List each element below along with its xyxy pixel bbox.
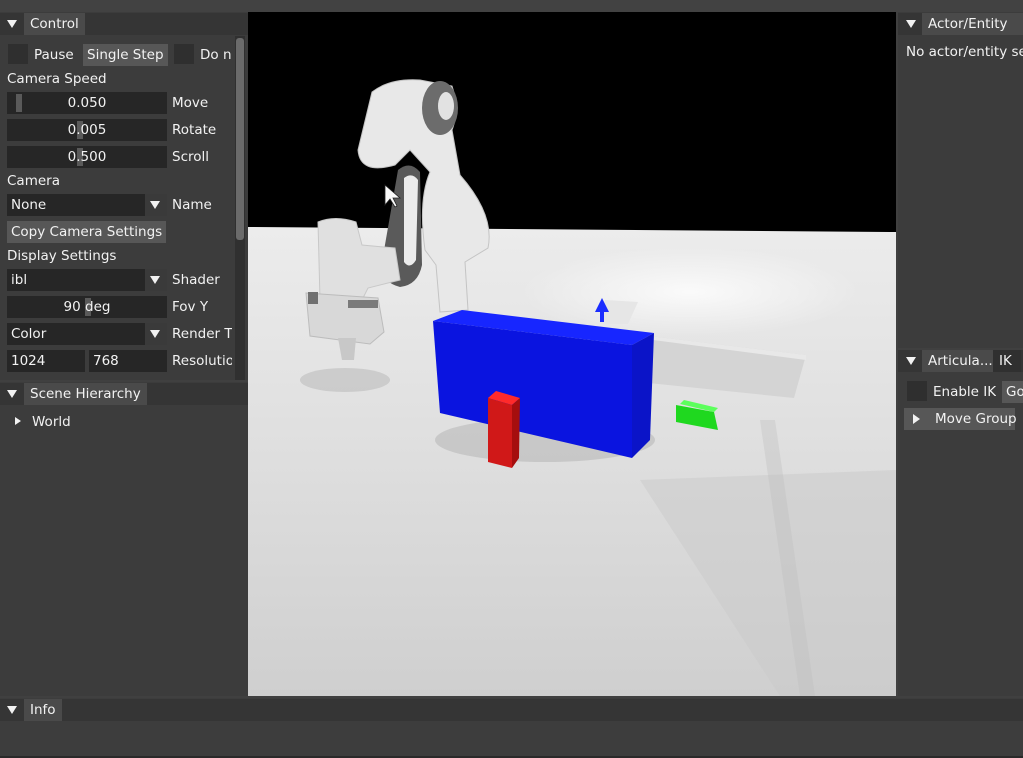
pause-label: Pause bbox=[34, 47, 74, 63]
do-checkbox[interactable] bbox=[174, 44, 194, 64]
actor-entity-header[interactable]: Actor/Entity bbox=[898, 13, 1023, 35]
do-label: Do n bbox=[200, 47, 232, 63]
world-expand-icon[interactable] bbox=[15, 417, 21, 425]
collapse-triangle-icon[interactable] bbox=[7, 706, 17, 714]
top-strip bbox=[0, 0, 1023, 12]
articulation-header[interactable]: Articula... IK bbox=[898, 350, 1023, 372]
no-selection-text: No actor/entity se bbox=[906, 44, 1023, 60]
collapse-triangle-icon[interactable] bbox=[7, 390, 17, 398]
camera-name-label: Name bbox=[172, 197, 212, 213]
single-step-button[interactable]: Single Step bbox=[83, 44, 168, 66]
scene-hierarchy-title: Scene Hierarchy bbox=[24, 383, 147, 405]
move-label: Move bbox=[172, 95, 209, 111]
render-target-label: Render T bbox=[172, 326, 232, 342]
combo-arrow-icon bbox=[150, 276, 160, 284]
combo-arrow-icon bbox=[150, 330, 160, 338]
tab-articulation[interactable]: Articula... bbox=[922, 350, 1000, 372]
camera-name-select[interactable]: None bbox=[7, 194, 167, 216]
shader-label: Shader bbox=[172, 272, 220, 288]
expand-triangle-icon bbox=[913, 414, 920, 424]
tab-ik[interactable]: IK bbox=[993, 350, 1021, 372]
enable-ik-checkbox[interactable] bbox=[907, 381, 927, 401]
rotate-label: Rotate bbox=[172, 122, 217, 138]
resolution-height-input[interactable]: 768 bbox=[89, 350, 167, 372]
move-group-button[interactable]: Move Group bbox=[904, 408, 1017, 430]
display-settings-label: Display Settings bbox=[7, 248, 117, 264]
fovy-slider[interactable]: 90 deg bbox=[7, 296, 167, 318]
collapse-triangle-icon[interactable] bbox=[906, 20, 916, 28]
fovy-label: Fov Y bbox=[172, 299, 209, 315]
info-header[interactable]: Info bbox=[0, 699, 1023, 721]
scrollbar-thumb[interactable] bbox=[236, 38, 244, 240]
copy-camera-settings-button[interactable]: Copy Camera Settings bbox=[7, 221, 167, 243]
render-target-select[interactable]: Color bbox=[7, 323, 167, 345]
control-header[interactable]: Control bbox=[0, 13, 248, 35]
resolution-width-input[interactable]: 1024 bbox=[7, 350, 85, 372]
go-button[interactable]: Go bbox=[1002, 381, 1023, 403]
info-title: Info bbox=[24, 699, 62, 721]
shader-select[interactable]: ibl bbox=[7, 269, 167, 291]
scroll-speed-slider[interactable]: 0.500 bbox=[7, 146, 167, 168]
enable-ik-label: Enable IK bbox=[933, 384, 997, 400]
actor-entity-title: Actor/Entity bbox=[922, 13, 1023, 35]
control-scrollbar[interactable] bbox=[235, 36, 245, 380]
scene-hierarchy-header[interactable]: Scene Hierarchy bbox=[0, 383, 248, 405]
collapse-triangle-icon[interactable] bbox=[906, 357, 916, 365]
move-speed-slider[interactable]: 0.050 bbox=[7, 92, 167, 114]
control-title: Control bbox=[24, 13, 85, 35]
rotate-speed-slider[interactable]: 0.005 bbox=[7, 119, 167, 141]
pause-checkbox[interactable] bbox=[8, 44, 28, 64]
camera-label: Camera bbox=[7, 173, 60, 189]
scroll-label: Scroll bbox=[172, 149, 210, 165]
3d-viewport[interactable] bbox=[248, 12, 896, 696]
camera-speed-label: Camera Speed bbox=[7, 71, 107, 87]
world-tree-item[interactable]: World bbox=[32, 411, 71, 433]
collapse-triangle-icon[interactable] bbox=[7, 20, 17, 28]
combo-arrow-icon bbox=[150, 201, 160, 209]
resolution-label: Resolutio bbox=[172, 353, 232, 369]
